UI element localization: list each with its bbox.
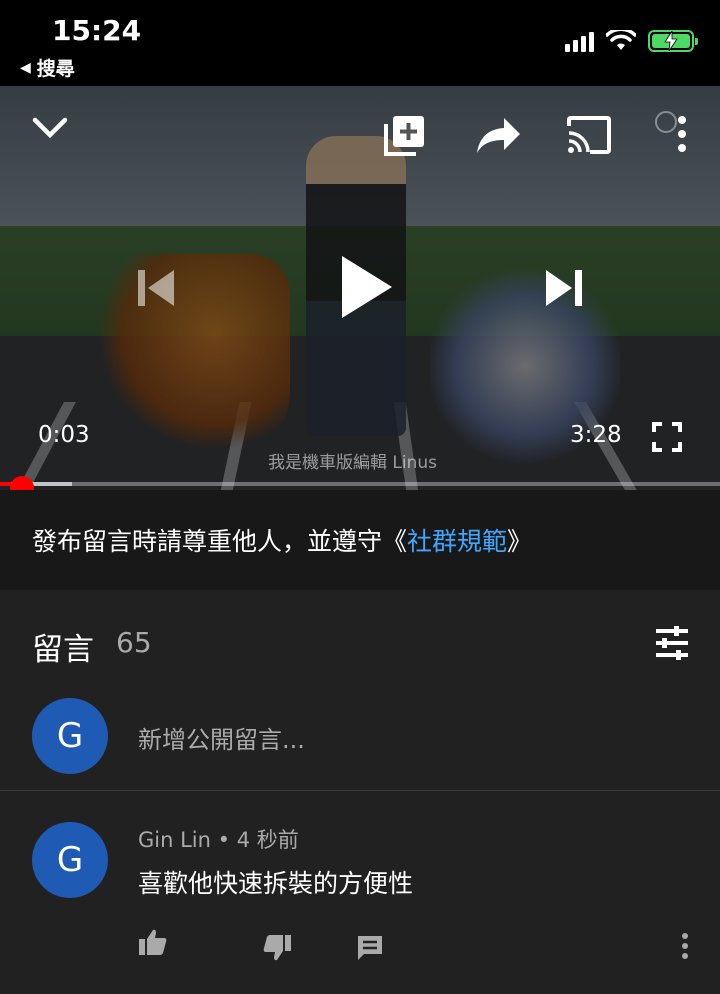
wifi-icon (606, 30, 636, 50)
current-time: 0:03 (38, 422, 90, 448)
divider (0, 790, 720, 791)
back-triangle-icon: ◀ (20, 59, 31, 76)
comment-item: G Gin Lin • 4 秒前 喜歡他快速拆裝的方便性 (0, 800, 720, 994)
cast-icon[interactable] (566, 116, 612, 154)
progress-bar[interactable] (0, 482, 720, 486)
comments-header: 留言 65 (0, 590, 720, 690)
battery-charging-icon (648, 30, 698, 52)
community-guidelines-link[interactable]: 社群規範 (407, 527, 507, 556)
comments-title: 留言 (32, 632, 94, 668)
cellular-signal-icon (565, 30, 594, 52)
duration: 3:28 (570, 422, 622, 448)
add-to-queue-icon[interactable] (384, 114, 426, 156)
more-vert-icon[interactable] (654, 110, 694, 154)
add-comment-input[interactable]: 新增公開留言... (138, 720, 305, 755)
add-comment-row[interactable]: G 新增公開留言... (0, 690, 720, 790)
previous-icon[interactable] (136, 266, 176, 310)
community-guidelines-notice: 發布留言時請尊重他人，並遵守《社群規範》 (0, 490, 720, 590)
thumb-down-icon[interactable] (262, 934, 292, 962)
next-icon[interactable] (544, 266, 584, 310)
user-avatar: G (32, 698, 108, 774)
share-icon[interactable] (476, 116, 522, 154)
comment-author-avatar[interactable]: G (32, 822, 108, 898)
video-player[interactable]: 0:03 我是機車版編輯 Linus 3:28 (0, 86, 720, 490)
guideline-text-after: 》 (507, 527, 533, 556)
status-icons (565, 30, 698, 52)
back-label: 搜尋 (36, 58, 75, 80)
reply-icon[interactable] (356, 934, 384, 962)
thumb-up-icon[interactable] (138, 928, 168, 956)
fullscreen-icon[interactable] (652, 422, 682, 452)
comment-time: 4 秒前 (236, 828, 299, 852)
comment-more-icon[interactable] (680, 932, 690, 960)
status-bar: 15:24 ◀ 搜尋 (0, 0, 720, 86)
chevron-down-icon[interactable] (32, 116, 68, 140)
comment-meta-separator: • (210, 828, 237, 852)
comment-text: 喜歡他快速拆裝的方便性 (138, 869, 414, 898)
status-time: 15:24 (52, 14, 142, 47)
comment-meta: Gin Lin • 4 秒前 (138, 824, 299, 854)
video-watermark: 我是機車版編輯 Linus (268, 453, 438, 473)
play-icon[interactable] (338, 254, 394, 320)
comment-author[interactable]: Gin Lin (138, 828, 211, 852)
sort-icon[interactable] (654, 626, 690, 660)
comments-count: 65 (116, 626, 152, 659)
back-to-search-link[interactable]: ◀ 搜尋 (20, 54, 75, 81)
guideline-text-before: 發布留言時請尊重他人，並遵守《 (32, 527, 408, 556)
guideline-text: 發布留言時請尊重他人，並遵守《社群規範》 (32, 522, 532, 558)
